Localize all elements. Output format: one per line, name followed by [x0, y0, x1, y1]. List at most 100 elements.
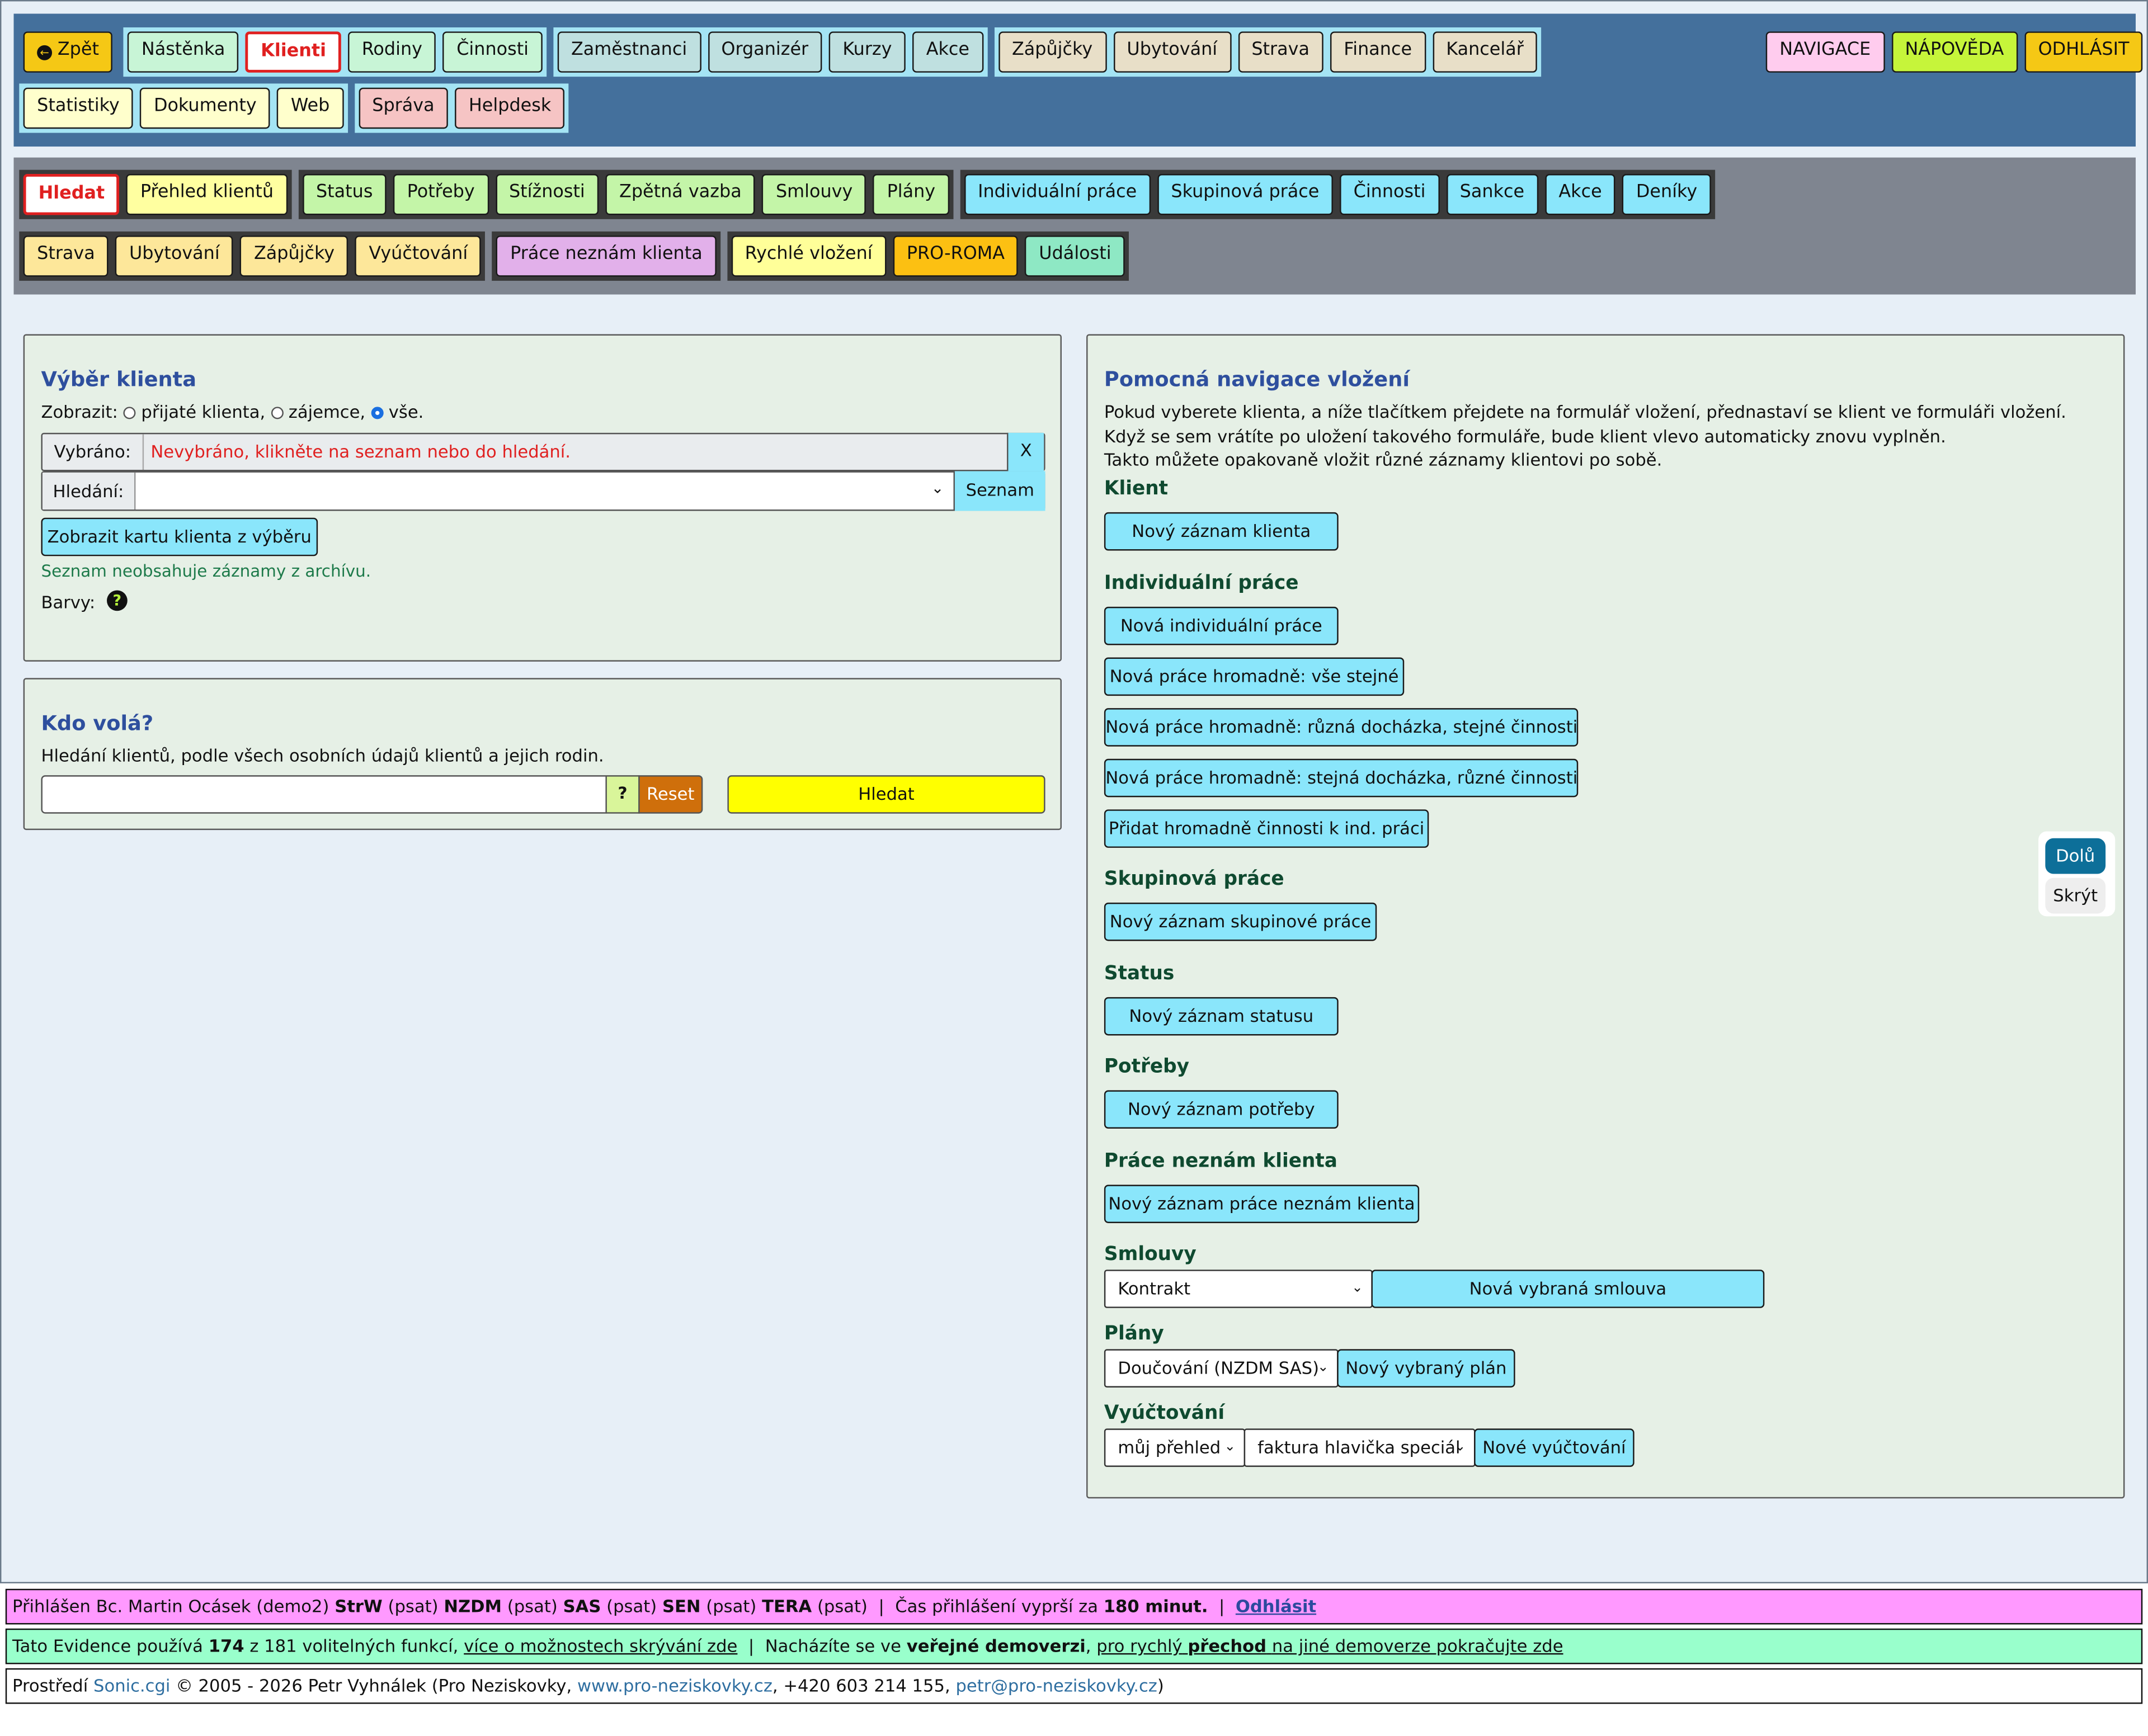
- nav-klienti[interactable]: Klienti: [246, 31, 341, 73]
- tab-vyuctovani[interactable]: Vyúčtování: [355, 235, 482, 277]
- insert-info-line-2: Když se sem vrátíte po uložení takového …: [1104, 426, 1946, 447]
- tab-plany[interactable]: Plány: [873, 174, 949, 215]
- tab-sankce[interactable]: Sankce: [1446, 174, 1538, 215]
- tab-potreby[interactable]: Potřeby: [393, 174, 489, 215]
- website-link[interactable]: www.pro-neziskovky.cz: [577, 1675, 772, 1696]
- tab-pro-roma[interactable]: PRO-ROMA: [893, 235, 1019, 277]
- client-search-combobox[interactable]: ⌄: [135, 473, 956, 510]
- tab-rychle-vlozeni[interactable]: Rychlé vložení: [731, 235, 887, 277]
- new-client-button[interactable]: Nový záznam klienta: [1104, 512, 1339, 551]
- tab-smlouvy[interactable]: Smlouvy: [762, 174, 866, 215]
- tab-zapujcky[interactable]: Zápůjčky: [240, 235, 348, 277]
- nav-helpdesk[interactable]: Helpdesk: [455, 87, 565, 129]
- nav-odhlasit[interactable]: ODHLÁSIT: [2024, 31, 2143, 73]
- tab-strava[interactable]: Strava: [23, 235, 109, 277]
- who-calls-search-button[interactable]: Hledat: [727, 775, 1045, 814]
- tab-skupinova-prace[interactable]: Skupinová práce: [1157, 174, 1333, 215]
- radio-all[interactable]: [370, 407, 383, 419]
- tab-hledat[interactable]: Hledat: [23, 174, 120, 215]
- perm-sas: (psat): [606, 1596, 657, 1616]
- tab-deniky[interactable]: Deníky: [1622, 174, 1711, 215]
- new-group-work-button[interactable]: Nový záznam skupinové práce: [1104, 902, 1377, 941]
- nav-statistiky[interactable]: Statistiky: [23, 87, 134, 129]
- tab-zpetna-vazba[interactable]: Zpětná vazba: [605, 174, 756, 215]
- chevron-down-icon: ⌄: [1351, 1280, 1363, 1296]
- who-calls-input[interactable]: [41, 775, 607, 814]
- nav-group: Zápůjčky Ubytování Strava Finance Kancelář: [994, 27, 1542, 77]
- nav-zapujcky[interactable]: Zápůjčky: [998, 31, 1106, 73]
- new-billing-button[interactable]: Nové vyúčtování: [1474, 1428, 1634, 1467]
- nav-napoveda[interactable]: NÁPOVĚDA: [1891, 31, 2018, 73]
- tab-stiznosti[interactable]: Stížnosti: [495, 174, 599, 215]
- nav-sprava[interactable]: Správa: [358, 87, 449, 129]
- new-unknown-client-work-button[interactable]: Nový záznam práce neznám klienta: [1104, 1185, 1420, 1223]
- nav-label: Web: [290, 96, 330, 117]
- radio-accepted[interactable]: [123, 407, 136, 419]
- new-selected-plan-button[interactable]: Nový vybraný plán: [1337, 1349, 1515, 1388]
- nav-label: Zápůjčky: [1011, 40, 1093, 60]
- nav-rodiny[interactable]: Rodiny: [348, 31, 436, 73]
- nav-kurzy[interactable]: Kurzy: [828, 31, 906, 73]
- nav-akce[interactable]: Akce: [912, 31, 983, 73]
- nav-strava[interactable]: Strava: [1237, 31, 1323, 73]
- bulk-work-same-button[interactable]: Nová práce hromadně: vše stejné: [1104, 657, 1405, 696]
- email-link[interactable]: petr@pro-neziskovky.cz: [955, 1675, 1157, 1696]
- nav-label: Kurzy: [842, 40, 892, 60]
- demo-text: Nacházíte se ve: [765, 1635, 901, 1656]
- nav-ubytovani[interactable]: Ubytování: [1113, 31, 1231, 73]
- client-list-button[interactable]: Seznam: [953, 471, 1045, 511]
- tab-cinnosti[interactable]: Činnosti: [1340, 174, 1439, 215]
- nav-dokumenty[interactable]: Dokumenty: [140, 87, 271, 129]
- who-calls-description: Hledání klientů, podle všech osobních úd…: [41, 745, 604, 766]
- new-status-button[interactable]: Nový záznam statusu: [1104, 997, 1339, 1036]
- new-individual-work-button[interactable]: Nová individuální práce: [1104, 606, 1339, 645]
- nav-zamestnanci[interactable]: Zaměstnanci: [557, 31, 701, 73]
- bulk-work-diff-attendance-button[interactable]: Nová práce hromadně: různá docházka, ste…: [1104, 708, 1579, 747]
- sub-nav-row-2: Strava Ubytování Zápůjčky Vyúčtování Práce n…: [19, 231, 1136, 281]
- nav-zpet[interactable]: ← Zpět: [23, 31, 113, 73]
- tab-label: Činnosti: [1353, 182, 1426, 203]
- new-need-button[interactable]: Nový záznam potřeby: [1104, 1090, 1339, 1129]
- sonic-link[interactable]: Sonic.cgi: [93, 1675, 170, 1696]
- nav-kancelar[interactable]: Kancelář: [1432, 31, 1538, 73]
- contract-type-select[interactable]: Kontrakt ⌄: [1104, 1270, 1373, 1308]
- hiding-options-link[interactable]: více o možnostech skrývání zde: [464, 1635, 737, 1656]
- clear-selection-button[interactable]: X: [1007, 432, 1044, 471]
- other-demos-link[interactable]: pro rychlý přechod na jiné demoverze pok…: [1096, 1635, 1563, 1656]
- billing-view-select[interactable]: můj přehled ⌄: [1104, 1428, 1246, 1467]
- tab-group: Rychlé vložení PRO-ROMA Události: [727, 231, 1129, 281]
- radio-applicant[interactable]: [270, 407, 284, 419]
- add-bulk-activities-button[interactable]: Přidat hromadně činnosti k ind. práci: [1104, 809, 1429, 848]
- nav-navigace[interactable]: NAVIGACE: [1765, 31, 1885, 73]
- tab-individualni-prace[interactable]: Individuální práce: [964, 174, 1151, 215]
- tab-akce[interactable]: Akce: [1544, 174, 1616, 215]
- hide-widget-button[interactable]: Skrýt: [2045, 878, 2106, 914]
- nav-web[interactable]: Web: [277, 87, 343, 129]
- tab-label: Potřeby: [407, 182, 475, 203]
- plan-type-select[interactable]: Doučování (NZDM SAS) ⌄: [1104, 1349, 1339, 1388]
- nav-nastenka[interactable]: Nástěnka: [128, 31, 239, 73]
- tab-ubytovani[interactable]: Ubytování: [115, 235, 234, 277]
- arrow-left-circle-icon: ←: [37, 45, 53, 60]
- billing-template-select[interactable]: faktura hlavička speciál ⌄: [1243, 1428, 1476, 1467]
- nav-organizer[interactable]: Organizér: [707, 31, 822, 73]
- bulk-work-diff-activities-button[interactable]: Nová práce hromadně: stejná docházka, rů…: [1104, 758, 1579, 798]
- who-calls-reset-button[interactable]: Reset: [638, 775, 703, 814]
- tab-status[interactable]: Status: [302, 174, 387, 215]
- show-client-card-button[interactable]: Zobrazit kartu klienta z výběru: [41, 517, 318, 556]
- help-question-icon[interactable]: ?: [107, 590, 128, 611]
- selected-value: Nevybráno, klikněte na seznam nebo do hl…: [150, 441, 571, 462]
- tab-prace-neznam-klienta[interactable]: Práce neznám klienta: [496, 235, 717, 277]
- tab-group: Hledat Přehled klientů: [19, 169, 291, 219]
- role-sen: SEN: [662, 1596, 701, 1616]
- logout-link[interactable]: Odhlásit: [1236, 1596, 1316, 1616]
- scroll-down-button[interactable]: Dolů: [2045, 838, 2106, 874]
- insert-info-line-3: Takto můžete opakovaně vložit různé zázn…: [1104, 449, 1662, 470]
- who-calls-help-button[interactable]: ?: [605, 775, 640, 814]
- new-selected-contract-button[interactable]: Nová vybraná smlouva: [1371, 1270, 1765, 1308]
- tab-udalosti[interactable]: Události: [1025, 235, 1125, 277]
- nav-cinnosti[interactable]: Činnosti: [442, 31, 543, 73]
- nav-finance[interactable]: Finance: [1330, 31, 1426, 73]
- tab-prehled-klientu[interactable]: Přehled klientů: [126, 174, 288, 215]
- tab-label: Hledat: [38, 183, 105, 204]
